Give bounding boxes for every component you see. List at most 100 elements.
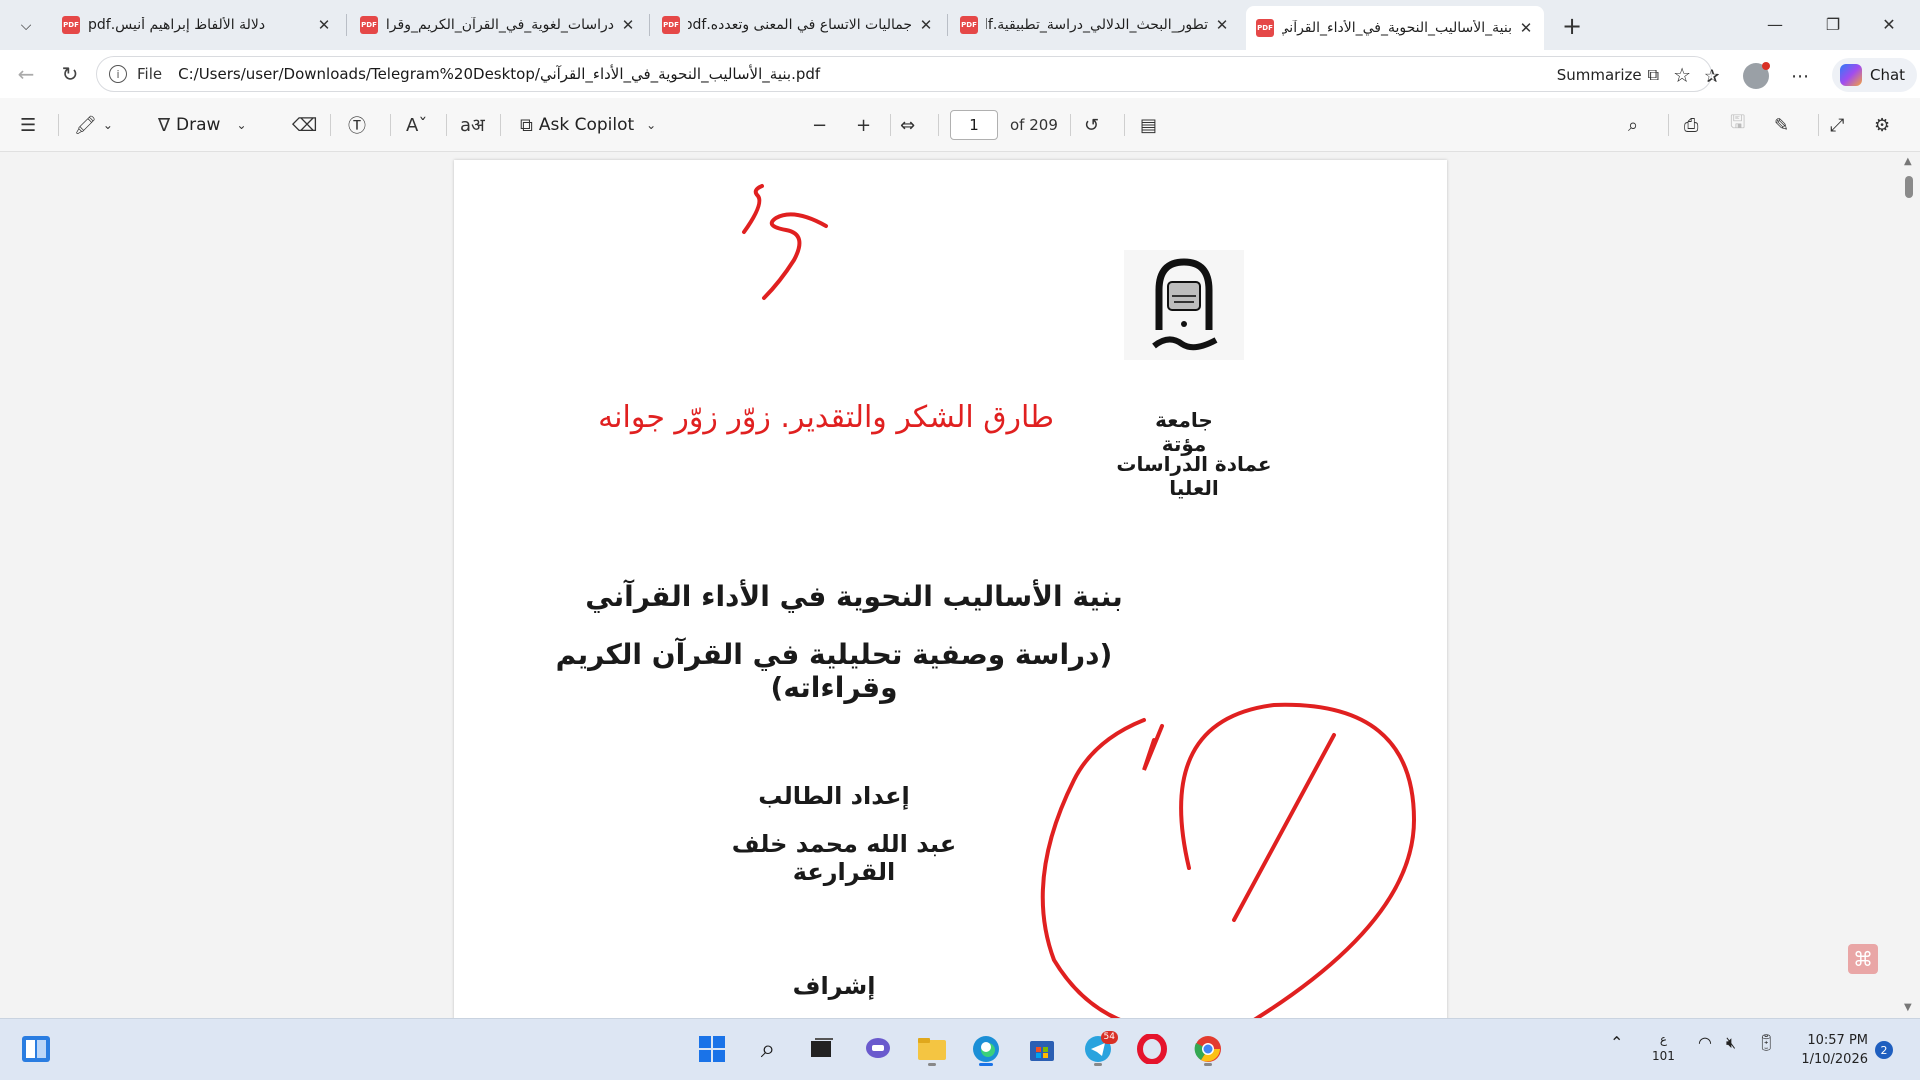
save-icon: 🖫︎ [1730,112,1746,133]
erase-button[interactable]: ⌫ [292,112,317,138]
page-number-input[interactable]: 1 [950,110,998,140]
refresh-button[interactable]: ↻ [54,58,86,90]
zoom-out-button[interactable]: − [812,112,827,138]
tab-actions-menu-button[interactable]: ⌵ [10,10,42,42]
close-icon: ✕ [1882,14,1896,34]
read-aloud-button[interactable]: Aˇ [406,112,427,138]
find-button[interactable]: ⌕ [1628,112,1638,138]
draw-button[interactable]: ∇ Draw ⌄ [158,112,247,138]
minimize-button[interactable]: — [1752,8,1798,40]
battery-button[interactable]: 🔋︎ [1756,1033,1776,1052]
settings-more-button[interactable]: ⋯ [1786,62,1814,90]
rotate-button[interactable]: ↺ [1084,112,1099,138]
edge-button[interactable] [966,1029,1006,1069]
favorites-button[interactable]: ✰ [1698,62,1726,90]
chrome-icon [1194,1036,1221,1062]
list-icon: ☰ [20,114,37,136]
acrobat-icon[interactable]: ⌘ [1848,944,1878,974]
wifi-button[interactable]: ◠ [1698,1033,1712,1052]
pdf-toolbar: ☰ 🖍︎ ⌄ ∇ Draw ⌄ ⌫ Ⓣ Aˇ aअ ⧉ Ask Copilot ⌄… [0,98,1920,152]
running-indicator [979,1063,993,1066]
teams-chat-button[interactable] [858,1029,898,1069]
ink-hook [1142,724,1164,771]
input-language-indicator[interactable]: ع 101 [1652,1031,1675,1065]
address-bar[interactable]: i File C:/Users/user/Downloads/Telegram%… [96,56,1712,92]
close-icon[interactable]: ✕ [1214,16,1230,34]
tab-1[interactable]: PDF دلالة الألفاظ إبراهيم أنيس.pdf ✕ [52,6,342,44]
close-icon[interactable]: ✕ [316,16,332,34]
start-button[interactable] [692,1029,732,1069]
clock[interactable]: 10:57 PM 1/10/2026 [1788,1031,1868,1069]
ink-slash [1232,733,1336,922]
print-button[interactable]: ⎙ [1684,112,1698,138]
url-scheme: File [137,65,163,83]
chevron-down-icon: ⌄ [646,118,657,132]
summarize-label: Summarize [1556,66,1642,84]
summarize-button[interactable]: Summarize ⧉ ☆ [1557,63,1691,87]
back-button[interactable]: ← [10,58,42,90]
scrollbar-thumb[interactable] [1905,176,1913,198]
page-view-button[interactable]: ▤ [1140,112,1157,138]
fullscreen-button[interactable]: ⤢ [1830,112,1844,138]
file-explorer-button[interactable] [912,1029,952,1069]
add-text-button[interactable]: Ⓣ [348,112,366,138]
minimize-icon: — [1767,14,1783,34]
new-tab-button[interactable]: + [1556,10,1588,42]
contents-button[interactable]: ☰ [20,112,36,138]
tab-2[interactable]: PDF دراسات_لغوية_في_القرآن_الكريم_وقراءا… [350,6,646,44]
widgets-button[interactable] [16,1029,56,1069]
toolbar-divider [330,114,331,136]
save-button[interactable]: 🖫︎ [1730,112,1745,138]
store-button[interactable] [1022,1029,1062,1069]
pdf-icon: PDF [960,16,978,34]
fit-width-button[interactable]: ⇔ [900,112,915,138]
running-indicator [928,1063,936,1066]
close-window-button[interactable]: ✕ [1866,8,1912,40]
tab-4[interactable]: PDF تطور_البحث_الدلالي_دراسة_تطبيقية.pdf… [950,6,1240,44]
zoom-in-button[interactable]: + [856,112,871,138]
copilot-chat-button[interactable]: Chat [1832,58,1918,92]
vertical-scrollbar[interactable]: ▲ ▼ [1904,156,1914,1016]
notification-count-badge[interactable]: 2 [1875,1041,1893,1059]
save-as-button[interactable]: ✎ [1774,112,1789,138]
close-icon[interactable]: ✕ [620,16,636,34]
url-text[interactable]: C:/Users/user/Downloads/Telegram%20Deskt… [178,65,820,83]
tab-3[interactable]: PDF جماليات الاتساع في المعنى وتعدده.pdf… [652,6,944,44]
tab-title: تطور_البحث_الدلالي_دراسة_تطبيقية.pdf [986,17,1208,33]
tab-5-active[interactable]: PDF بنية_الأساليب_النحوية_في_الأداء_القر… [1246,6,1544,50]
chrome-button[interactable] [1188,1029,1228,1069]
ask-copilot-label: Ask Copilot [538,115,635,135]
store-icon [1030,1041,1054,1061]
edge-icon [973,1036,999,1062]
address-bar-row: ← ↻ i File C:/Users/user/Downloads/Teleg… [0,50,1920,98]
close-icon[interactable]: ✕ [1518,19,1534,37]
translate-button[interactable]: aअ [460,112,485,138]
toolbar-divider [1070,114,1071,136]
chat-bubble-icon [866,1038,890,1058]
favorite-star-icon[interactable]: ☆ [1673,63,1691,87]
restore-icon: ❐ [1825,14,1841,34]
pdf-icon: PDF [662,16,680,34]
draw-label: Draw [176,115,221,135]
telegram-button[interactable]: 54 [1078,1029,1118,1069]
tab-divider [346,14,347,36]
volume-button[interactable]: 🔇︎ [1726,1033,1736,1053]
arrow-left-icon: ← [17,62,35,86]
scroll-up-arrow-icon[interactable]: ▲ [1904,156,1912,167]
show-hidden-icons-button[interactable]: ⌃ [1610,1033,1623,1052]
profile-button[interactable] [1742,62,1770,90]
pdf-settings-button[interactable]: ⚙ [1874,112,1890,138]
task-view-button[interactable] [802,1029,842,1069]
opera-button[interactable] [1132,1029,1172,1069]
scroll-down-arrow-icon[interactable]: ▼ [1904,1002,1912,1013]
info-icon[interactable]: i [109,65,127,83]
restore-button[interactable]: ❐ [1810,8,1856,40]
taskbar: ⌕ 54 ⌃ ع 101 ◠ 🔇︎ 🔋︎ 10:57 PM 1/10/2026 … [0,1018,1920,1080]
search-button[interactable]: ⌕ [748,1029,788,1069]
close-icon[interactable]: ✕ [918,16,934,34]
ink-circle [1040,702,1417,1018]
highlight-button[interactable]: 🖍︎ ⌄ [74,112,113,138]
pdf-viewer[interactable]: جامعة مؤتة عمادة الدراسات العليا طارق ال… [0,152,1920,1018]
pdf-icon: PDF [360,16,378,34]
ask-copilot-button[interactable]: ⧉ Ask Copilot ⌄ [520,112,656,138]
